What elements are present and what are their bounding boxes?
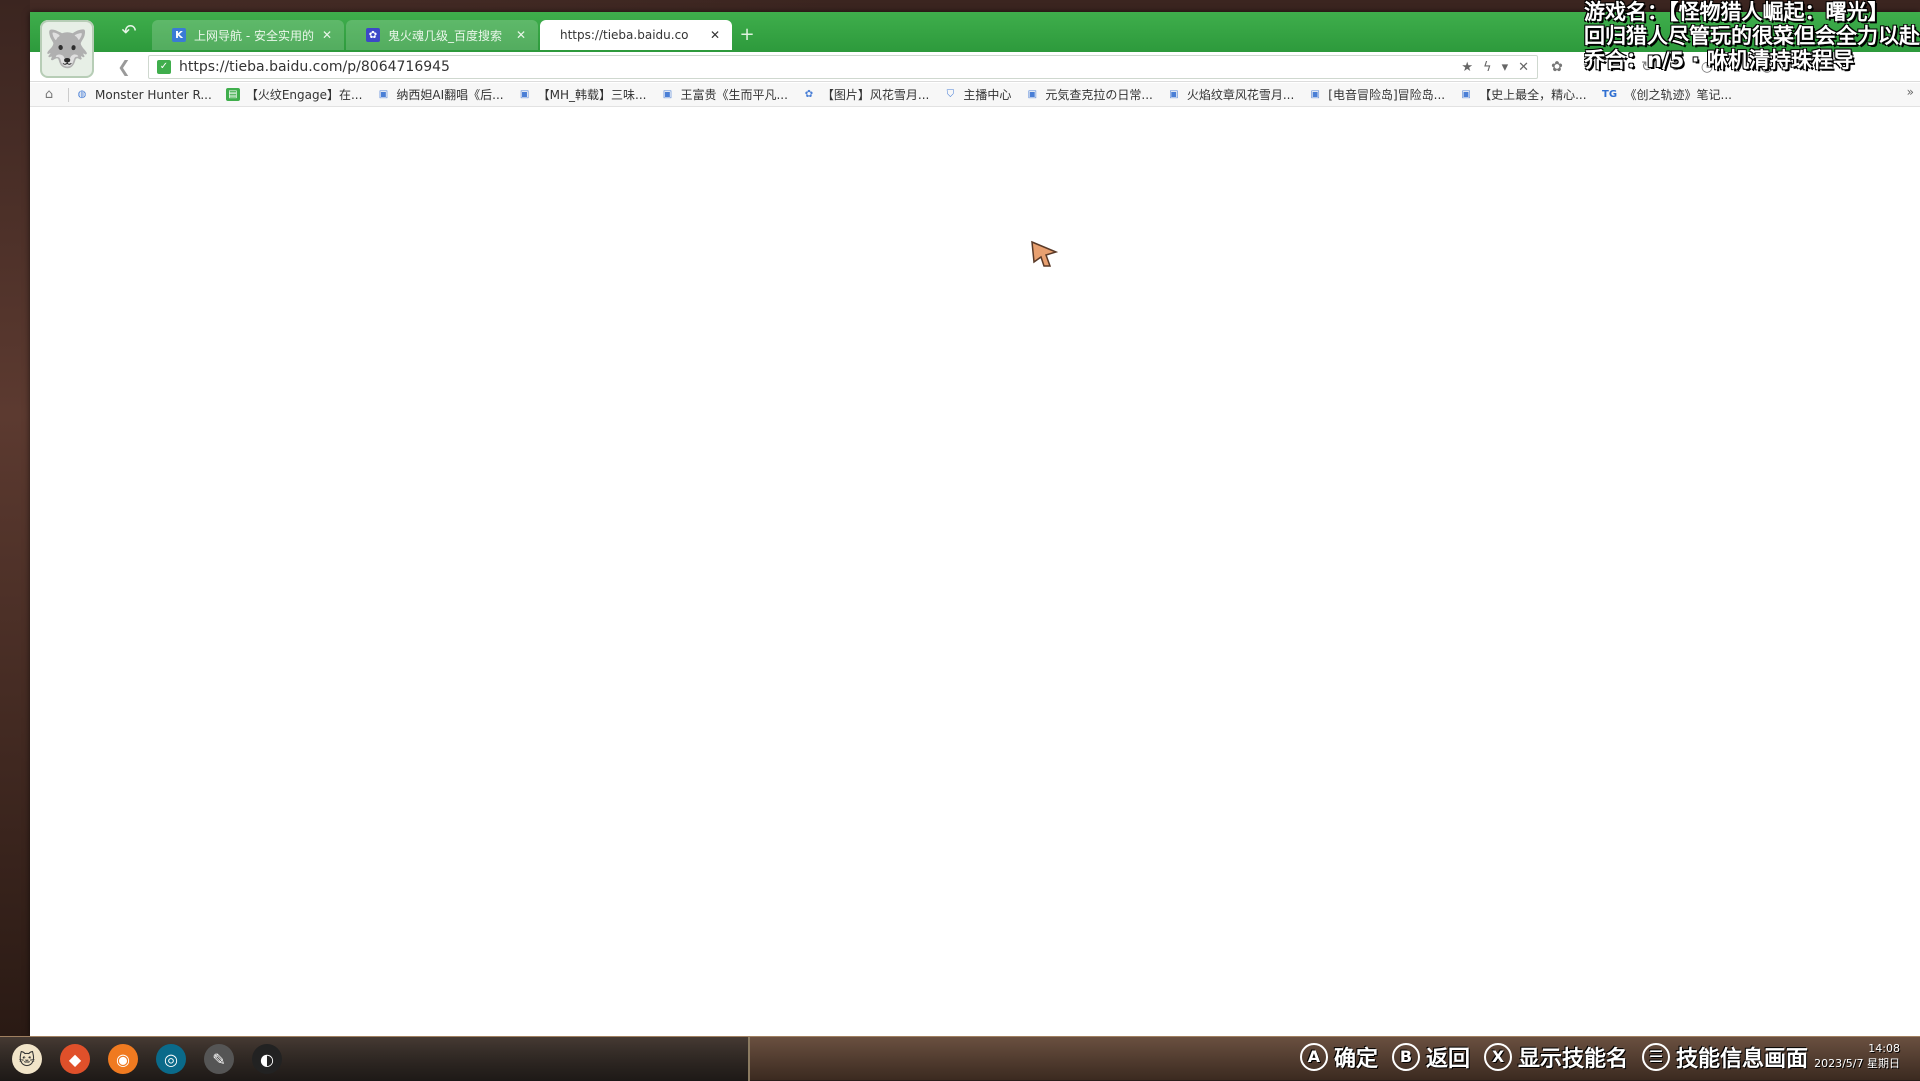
bookmark-label: 【史上最全，精心...: [1479, 88, 1587, 102]
close-icon[interactable]: ✕: [320, 28, 334, 42]
address-bar[interactable]: ✓ https://tieba.baidu.com/p/8064716945 ★…: [148, 55, 1538, 79]
bookmark-label: 王富贵《生而平凡...: [680, 88, 788, 102]
tab-label: 鬼火魂几级_百度搜索: [388, 28, 503, 43]
bookmark-item[interactable]: TG 《创之轨迹》笔记...: [1601, 86, 1732, 103]
baidu-paw-icon: ✿: [366, 28, 380, 42]
baidu-paw-icon[interactable]: ✿: [1546, 57, 1568, 77]
taskbar-apps: 🐱 ◆ ◉ ◎ ✎ ◐: [0, 1037, 750, 1081]
bilibili-icon: ▣: [1310, 89, 1320, 100]
firefox-app-icon[interactable]: ◉: [108, 1044, 138, 1074]
tab-navigation[interactable]: K 上网导航 - 安全实用的 ✕: [152, 20, 344, 50]
menu-button-icon: ☰: [1642, 1043, 1671, 1071]
tab-baidu-search[interactable]: ✿ 鬼火魂几级_百度搜索 ✕: [346, 20, 538, 50]
bookmark-item[interactable]: ▣ [电音冒险岛]冒险岛...: [1308, 86, 1446, 103]
bookmark-label: 火焰纹章风花雪月...: [1186, 88, 1295, 102]
shield-icon: ⛉: [946, 89, 955, 100]
bookmark-label: 【火纹Engage】在...: [245, 88, 363, 102]
stream-overlay-text: 游戏名：【怪物猎人崛起：曙光】 回归猎人尽管玩的很菜但会全力以赴 乔合：n/5 …: [1584, 0, 1920, 72]
browser-app-icon[interactable]: ◆: [60, 1044, 90, 1074]
bookmark-label: 主播中心: [963, 88, 1012, 102]
close-icon[interactable]: ✕: [708, 28, 722, 42]
bookmark-label: 《创之轨迹》笔记...: [1624, 88, 1732, 102]
bilibili-icon: ▣: [378, 89, 389, 100]
bookmark-item[interactable]: ▣ 纳西妲AI翻唱《后...: [376, 86, 504, 103]
bookmark-label: 【MH_韩载】三味...: [537, 88, 647, 102]
bilibili-icon: ▣: [1461, 89, 1471, 100]
tab-label: https://tieba.baidu.co: [560, 28, 689, 42]
bilibili-icon: ▣: [1169, 89, 1179, 100]
tab-label: 上网导航 - 安全实用的: [194, 28, 314, 43]
browser-window: ↶ K 上网导航 - 安全实用的 ✕ ✿ 鬼火魂几级_百度搜索 ✕ https:…: [30, 12, 1920, 1036]
tab-tieba-active[interactable]: https://tieba.baidu.co ✕: [540, 20, 732, 50]
undo-close-tab-icon[interactable]: ↶: [118, 22, 140, 42]
feather-app-icon[interactable]: ✎: [204, 1044, 234, 1074]
bookmark-label: 元気查克拉の日常...: [1045, 88, 1153, 102]
clock-time: 14:08: [1868, 1042, 1900, 1055]
overlay-line-2: 回归猎人尽管玩的很菜但会全力以赴: [1584, 24, 1920, 48]
hint-back: B 返回: [1392, 1041, 1470, 1073]
back-button[interactable]: ❮: [112, 57, 136, 77]
obs-app-icon[interactable]: ◐: [252, 1044, 282, 1074]
bilibili-icon: ▣: [519, 89, 530, 100]
desktop-left-edge: [0, 0, 30, 1036]
dropdown-chevron-icon[interactable]: ▾: [1502, 60, 1509, 75]
bookmark-item[interactable]: ▣ 【MH_韩载】三味...: [518, 86, 647, 103]
game-button-hints: A 确定 B 返回 X 显示技能名 ☰ 技能信息画面: [1300, 1041, 1808, 1073]
baidu-paw-icon: ✿: [804, 89, 814, 100]
stop-load-icon[interactable]: ✕: [1518, 60, 1529, 75]
system-clock[interactable]: 14:08 2023/5/7 星期日: [1814, 1041, 1900, 1071]
overlay-line-1: 游戏名：【怪物猎人崛起：曙光】: [1584, 0, 1889, 24]
hint-skill-name: X 显示技能名: [1484, 1041, 1628, 1073]
hint-label: 确定: [1334, 1047, 1379, 1072]
bilibili-icon: ▣: [1027, 89, 1038, 100]
bookmark-star-icon[interactable]: ★: [1461, 60, 1473, 75]
steam-app-icon[interactable]: ◎: [156, 1044, 186, 1074]
new-tab-button[interactable]: +: [734, 20, 760, 50]
b-button-icon: B: [1392, 1043, 1421, 1071]
hint-label: 返回: [1426, 1047, 1471, 1072]
bookmark-label: 纳西妲AI翻唱《后...: [396, 88, 504, 102]
cat-avatar-icon[interactable]: 🐱: [12, 1044, 42, 1074]
lightning-icon[interactable]: ϟ: [1483, 60, 1492, 75]
bookmarks-divider: [68, 87, 69, 102]
bookmark-label: 【图片】风花雪月...: [821, 88, 930, 102]
home-icon[interactable]: ⌂: [40, 87, 58, 102]
k-site-icon: K: [172, 28, 186, 42]
bookmark-item[interactable]: ▣ 王富贵《生而平凡...: [660, 86, 788, 103]
bookmark-item[interactable]: ◍ Monster Hunter R...: [75, 88, 212, 102]
secure-lock-icon: ✓: [157, 60, 171, 74]
bookmark-item[interactable]: ▤ 【火纹Engage】在...: [225, 86, 363, 103]
a-button-icon: A: [1300, 1043, 1328, 1071]
browser-logo-icon[interactable]: 🐺: [40, 20, 94, 78]
bookmark-label: Monster Hunter R...: [95, 87, 212, 102]
bookmarks-bar: ⌂ ◍ Monster Hunter R... ▤ 【火纹Engage】在... ▣…: [30, 83, 1920, 107]
overlay-line-3: 乔合：n/5 · 咻机清持珠程导: [1584, 48, 1854, 72]
x-button-icon: X: [1484, 1043, 1513, 1071]
hint-label: 技能信息画面: [1676, 1047, 1809, 1072]
hint-confirm: A 确定: [1300, 1041, 1378, 1073]
bookmark-item[interactable]: ▣ 火焰纹章风花雪月...: [1167, 86, 1294, 103]
page-content-blank[interactable]: [30, 108, 1920, 1036]
globe-icon: ◍: [77, 89, 87, 100]
tg-icon: TG: [1602, 89, 1618, 100]
bilibili-icon: ▣: [662, 89, 673, 100]
bookmark-item[interactable]: ▣ 元気查克拉の日常...: [1025, 86, 1153, 103]
url-text[interactable]: https://tieba.baidu.com/p/8064716945: [179, 59, 1461, 75]
bookmark-label: [电音冒险岛]冒险岛...: [1328, 88, 1446, 102]
page-icon: ▤: [225, 88, 240, 101]
address-bar-actions: ★ ϟ ▾ ✕: [1461, 60, 1537, 75]
bookmark-item[interactable]: ⛉ 主播中心: [943, 86, 1012, 103]
bookmark-item[interactable]: ▣ 【史上最全，精心...: [1459, 86, 1586, 103]
bookmarks-overflow-button[interactable]: »: [1907, 85, 1914, 99]
hint-skill-info: ☰ 技能信息画面: [1642, 1041, 1808, 1073]
taskbar: 🐱 ◆ ◉ ◎ ✎ ◐ A 确定 B 返回 X 显示技能名 ☰ 技能信息画面 14:08…: [0, 1036, 1920, 1081]
bookmark-item[interactable]: ✿ 【图片】风花雪月...: [802, 86, 930, 103]
tab-strip: K 上网导航 - 安全实用的 ✕ ✿ 鬼火魂几级_百度搜索 ✕ https://…: [152, 20, 760, 52]
close-icon[interactable]: ✕: [514, 28, 528, 42]
hint-label: 显示技能名: [1518, 1047, 1629, 1072]
mouse-cursor-icon: [1031, 240, 1058, 267]
clock-date: 2023/5/7 星期日: [1814, 1057, 1900, 1070]
